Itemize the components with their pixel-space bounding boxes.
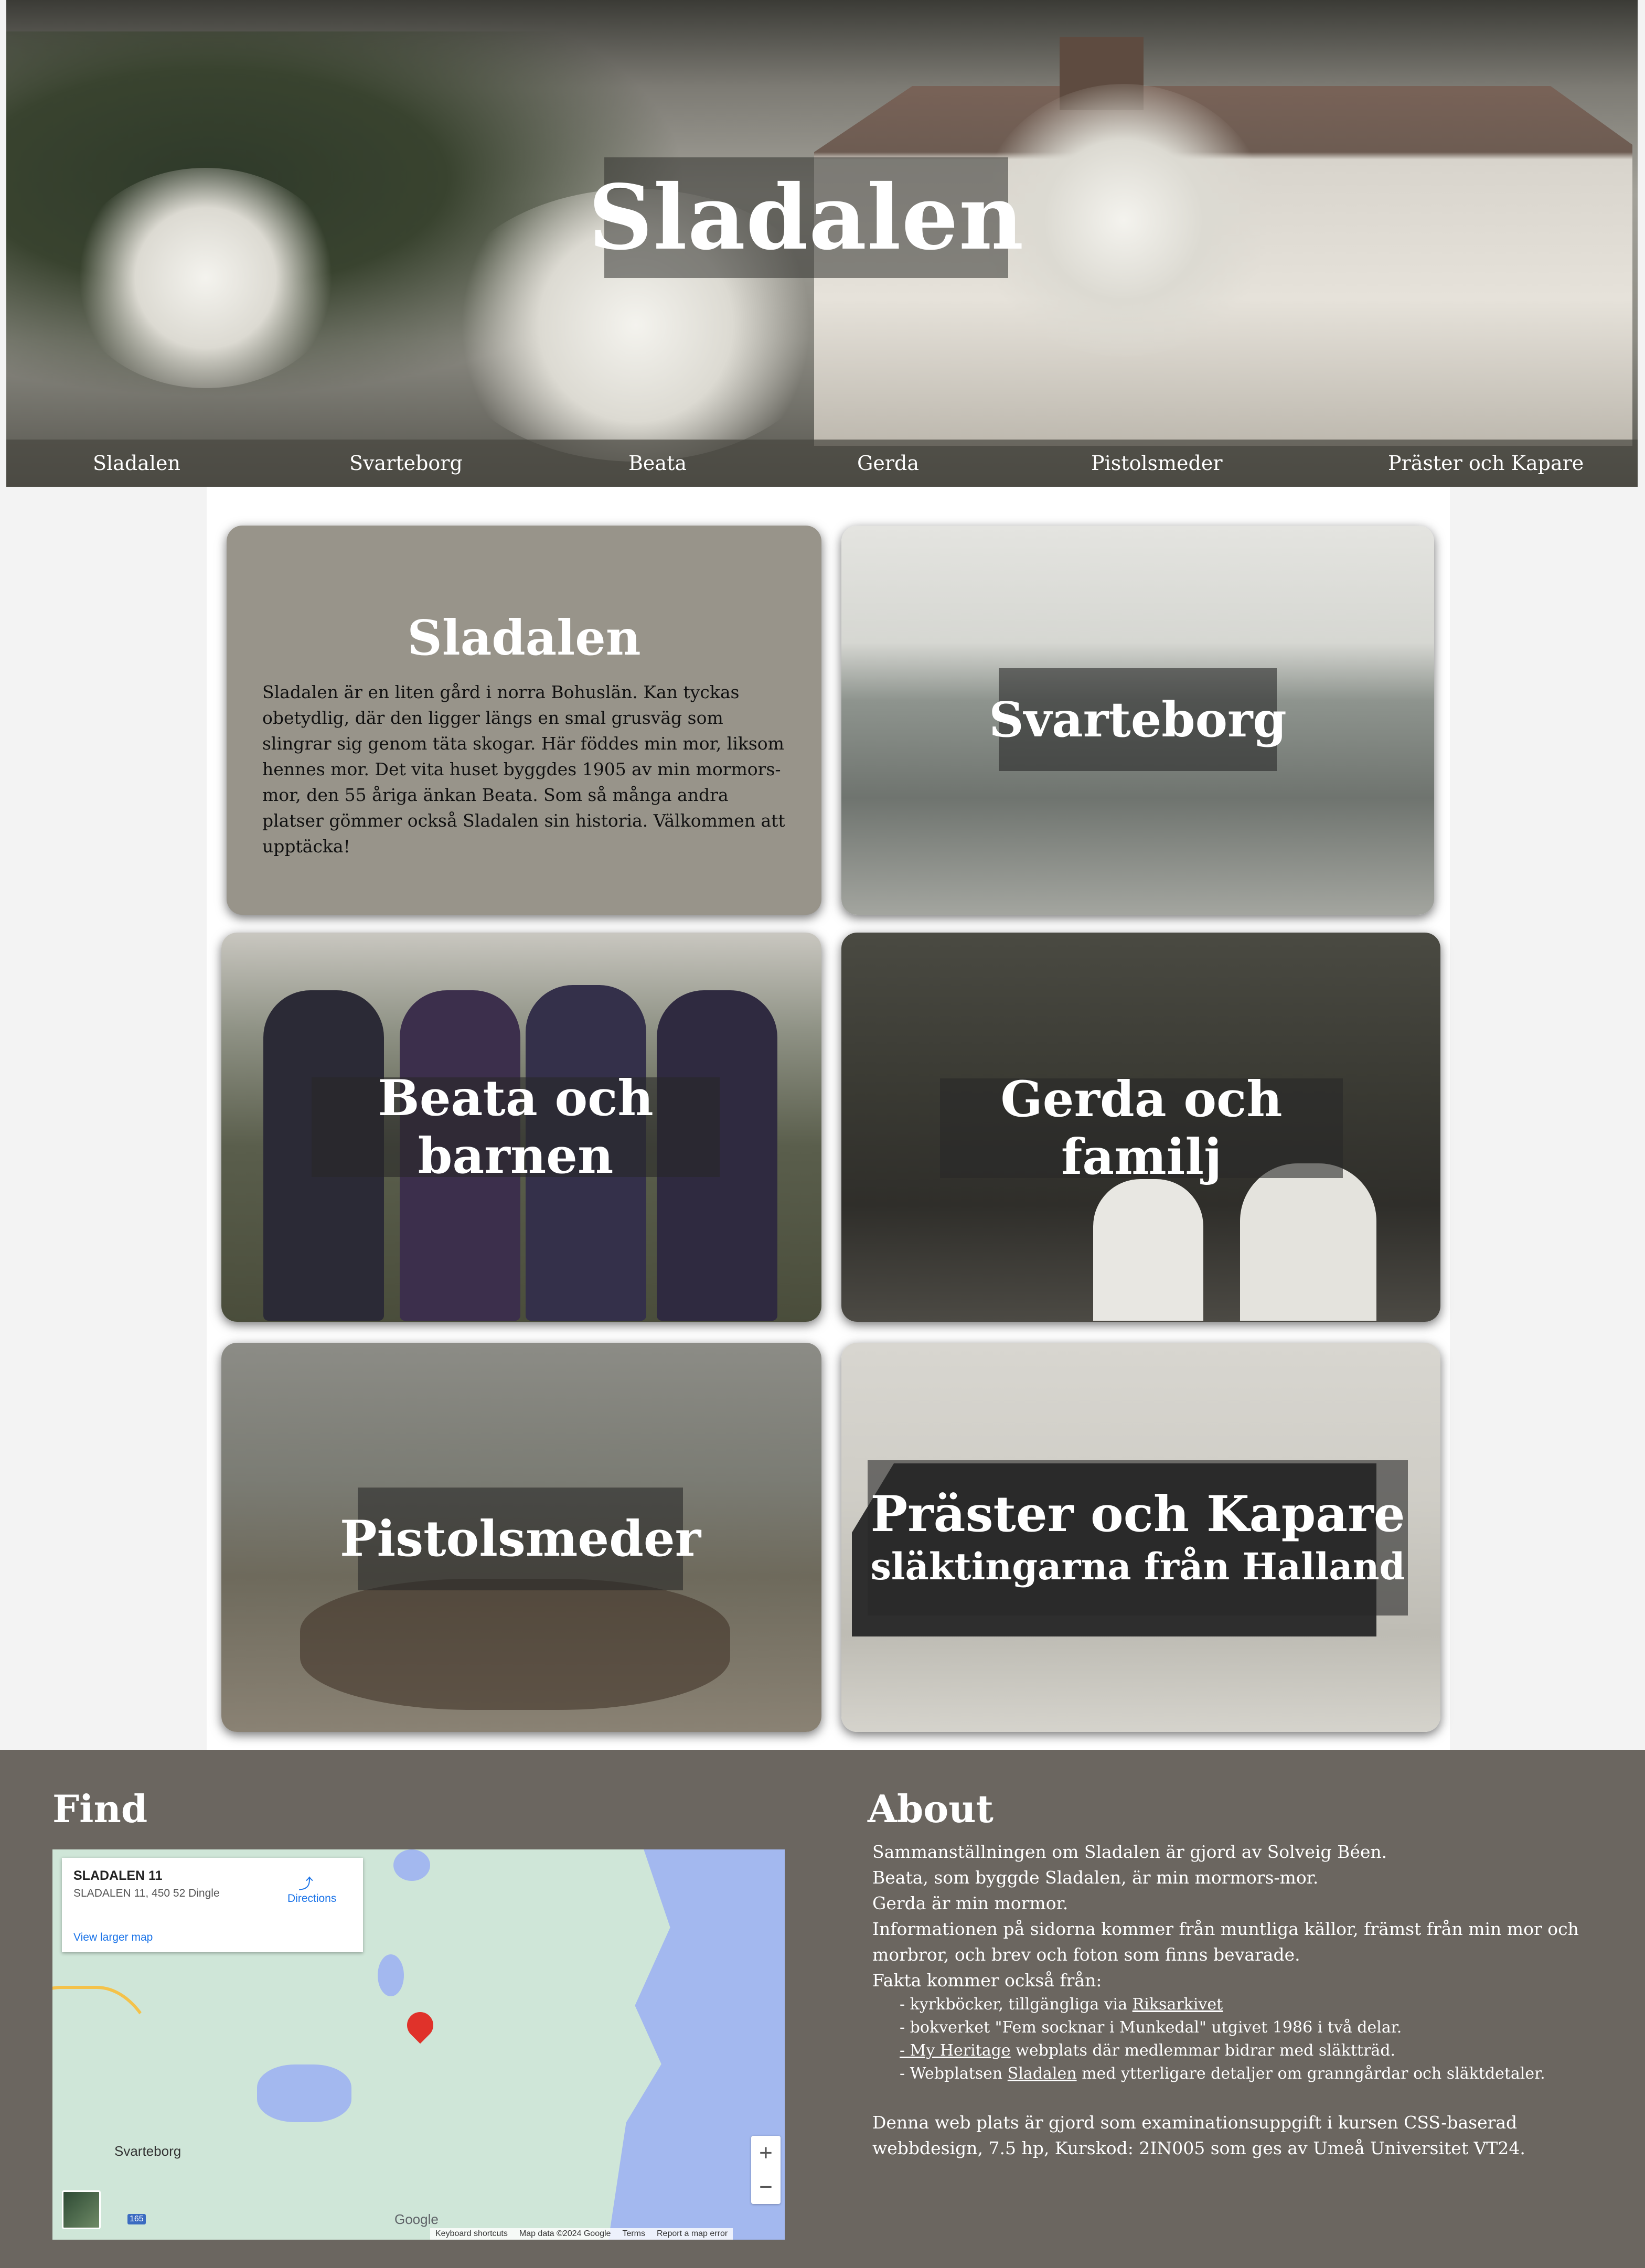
map-satellite-toggle[interactable] [62, 2190, 101, 2229]
about-closing: Denna web plats är gjord som examination… [872, 2112, 1525, 2158]
map-road-number: 165 [127, 2214, 146, 2224]
nav-item-gerda[interactable]: Gerda [857, 452, 919, 475]
map-attribution: Keyboard shortcuts Map data ©2024 Google… [430, 2228, 733, 2240]
card-praster-subtitle: släktingarna från Halland [870, 1545, 1405, 1588]
card-beata[interactable]: Beata och barnen [221, 933, 821, 1322]
pistolsmeder-horses [300, 1579, 730, 1710]
map-town-label: Svarteborg [114, 2143, 181, 2159]
source-text: - bokverket "Fem socknar i Munkedal" utg… [900, 2018, 1402, 2037]
nav-item-sladalen[interactable]: Sladalen [93, 452, 180, 475]
card-svarteborg-title: Svarteborg [989, 668, 1287, 771]
nav-item-svarteborg[interactable]: Svarteborg [349, 452, 463, 475]
google-logo: Google [394, 2211, 439, 2227]
find-heading: Find [52, 1786, 148, 1831]
about-line: Sammanställningen om Sladalen är gjord a… [872, 1842, 1387, 1862]
site-title: Sladalen [589, 157, 1023, 278]
zoom-in-button[interactable]: + [751, 2136, 781, 2170]
source-text: - kyrkböcker, tillgängliga via [900, 1995, 1133, 2014]
map-view-larger-link[interactable]: View larger map [73, 1931, 153, 1944]
map-directions-link[interactable]: Directions [287, 1892, 336, 1905]
riksarkivet-link[interactable]: Riksarkivet [1133, 1995, 1223, 2014]
map-place-name: SLADALEN 11 [73, 1868, 163, 1883]
gerda-child [1093, 1179, 1203, 1321]
source-item: - Webplatsen Sladalen med ytterligare de… [900, 2062, 1607, 2085]
about-line: Fakta kommer också från: [872, 1970, 1102, 1991]
gerda-child [1240, 1163, 1376, 1321]
about-line: Beata, som byggde Sladalen, är min mormo… [872, 1867, 1319, 1888]
card-pistolsmeder[interactable]: Pistolsmeder [221, 1343, 821, 1732]
card-pistolsmeder-title: Pistolsmeder [340, 1488, 701, 1590]
directions-icon[interactable]: ⤴ [298, 1873, 314, 1892]
source-item: - kyrkböcker, tillgängliga via Riksarkiv… [900, 1993, 1607, 2016]
source-text: - Webplatsen [900, 2064, 1008, 2083]
zoom-out-button[interactable]: − [751, 2170, 781, 2204]
card-gerda-title: Gerda och familj [940, 1071, 1343, 1186]
about-heading: About [868, 1786, 994, 1831]
source-item: - My Heritage webplats där medlemmar bid… [900, 2039, 1607, 2062]
source-list: - kyrkböcker, tillgängliga via Riksarkiv… [900, 1993, 1607, 2085]
nav-item-pistolsmeder[interactable]: Pistolsmeder [1091, 452, 1223, 475]
source-text: webplats där medlemmar bidrar med släktt… [1010, 2041, 1396, 2060]
map-data-credit: Map data ©2024 Google [519, 2229, 611, 2238]
map-zoom-controls: + − [751, 2136, 781, 2204]
intro-title: Sladalen [407, 609, 641, 666]
card-praster-label: Präster och Kapare släktingarna från Hal… [868, 1460, 1408, 1616]
nav-item-beata[interactable]: Beata [628, 452, 687, 475]
my-heritage-link[interactable]: - My Heritage [900, 2041, 1011, 2060]
map-pin-icon[interactable] [401, 2006, 439, 2044]
map-report-error-link[interactable]: Report a map error [657, 2229, 728, 2239]
map-address: SLADALEN 11, 450 52 Dingle [73, 1887, 220, 1899]
intro-card: Sladalen Sladalen är en liten gård i nor… [227, 526, 821, 915]
about-section: Sammanställningen om Sladalen är gjord a… [872, 1839, 1607, 2161]
hero-blossom [69, 168, 342, 388]
sladalen-link[interactable]: Sladalen [1008, 2064, 1077, 2083]
map-lake [393, 1849, 430, 1881]
card-praster-title: Präster och Kapare [870, 1485, 1405, 1543]
card-beata-title: Beata och barnen [312, 1069, 720, 1185]
map-lake [378, 1954, 404, 1996]
card-gerda[interactable]: Gerda och familj [841, 933, 1440, 1322]
embedded-map[interactable]: Svarteborg 165 SLADALEN 11 SLADALEN 11, … [52, 1849, 785, 2240]
map-terms-link[interactable]: Terms [622, 2229, 645, 2239]
card-praster-och-kapare[interactable]: Präster och Kapare släktingarna från Hal… [841, 1343, 1440, 1732]
intro-text: Sladalen är en liten gård i norra Bohusl… [262, 682, 785, 857]
nav-item-praster-och-kapare[interactable]: Präster och Kapare [1388, 452, 1584, 475]
map-lake [257, 2064, 351, 2122]
card-svarteborg[interactable]: Svarteborg [841, 526, 1434, 915]
source-text: med ytterligare detaljer om granngårdar … [1076, 2064, 1545, 2083]
map-keyboard-shortcuts[interactable]: Keyboard shortcuts [435, 2229, 508, 2239]
source-item: - bokverket "Fem socknar i Munkedal" utg… [900, 2016, 1607, 2039]
map-info-card: SLADALEN 11 SLADALEN 11, 450 52 Dingle V… [62, 1858, 363, 1952]
about-line: Gerda är min mormor. [872, 1893, 1069, 1913]
main-nav: Sladalen Svarteborg Beata Gerda Pistolsm… [6, 440, 1638, 487]
about-line: Informationen på sidorna kommer från mun… [872, 1919, 1579, 1965]
